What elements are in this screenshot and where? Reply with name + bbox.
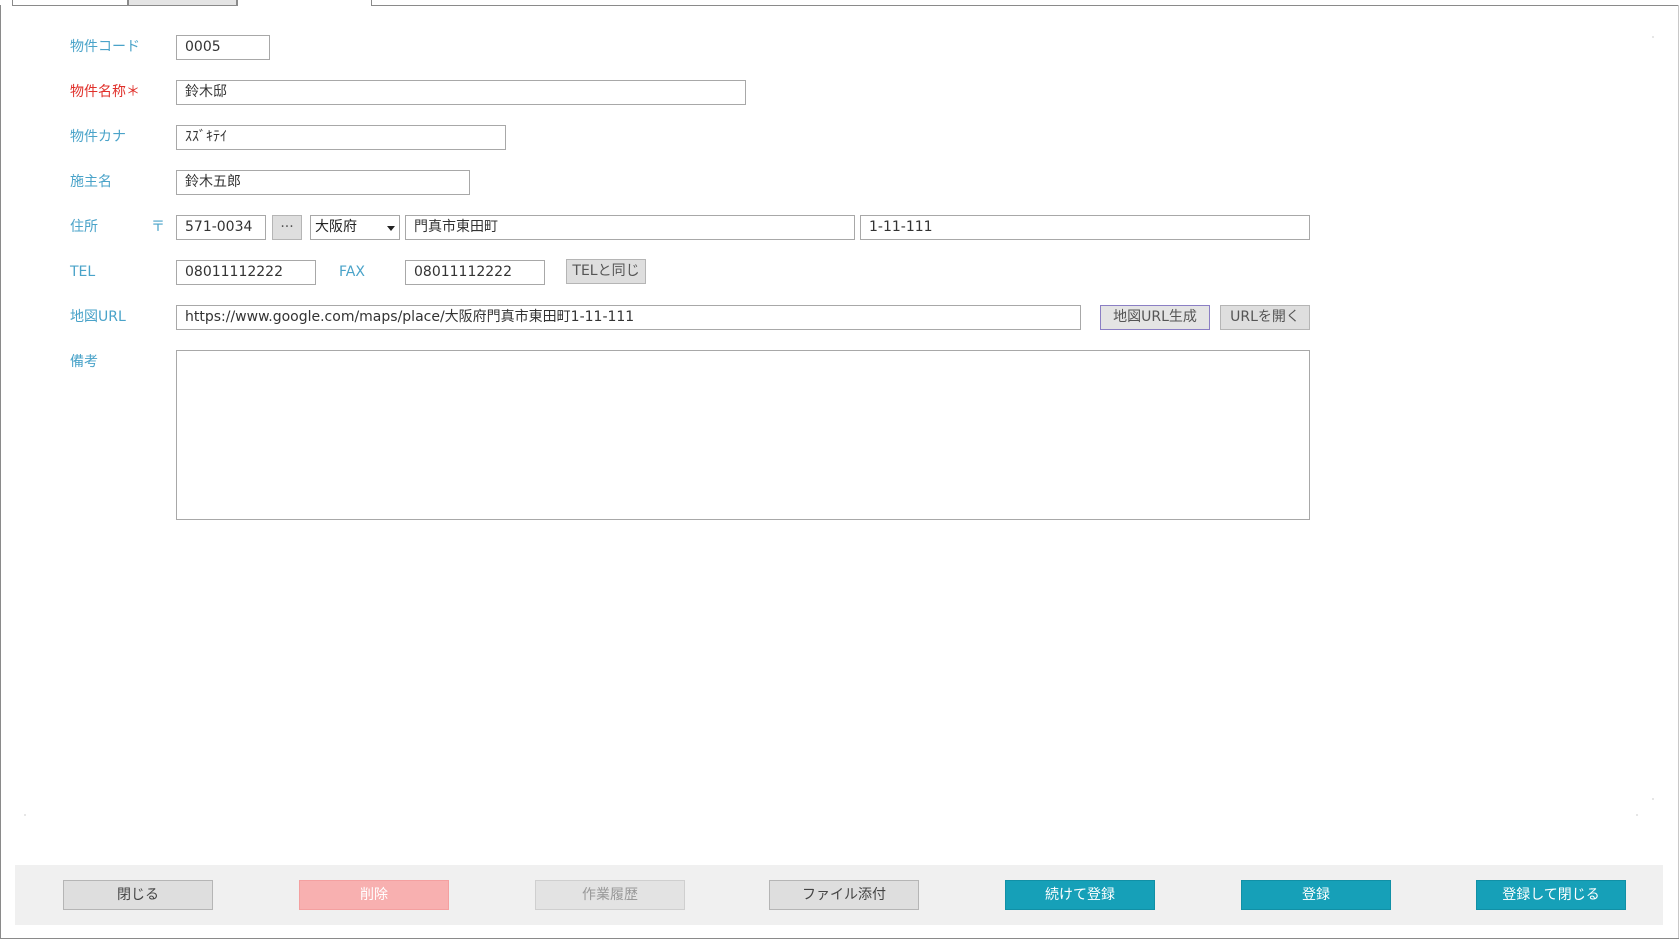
prefecture-value: 大阪府 xyxy=(315,219,357,235)
tab-1[interactable] xyxy=(12,0,128,6)
property-edit-window: 物件コード 0005 物件名称＊ 鈴木邸 物件カナ ｽｽﾞｷﾃｲ 施主名 鈴木五… xyxy=(0,0,1679,939)
prefecture-select[interactable]: 大阪府 xyxy=(310,215,400,240)
generate-map-url-button[interactable]: 地図URL生成 xyxy=(1100,305,1210,330)
panel-border-left xyxy=(0,5,1,939)
resize-dot xyxy=(1652,798,1654,800)
same-as-tel-button[interactable]: TELと同じ xyxy=(566,259,646,284)
address-label: 住所 xyxy=(70,219,98,235)
tel-input[interactable]: 08011112222 xyxy=(176,260,316,285)
tab-3-active[interactable] xyxy=(237,0,372,6)
name-label: 物件名称＊ xyxy=(70,84,140,100)
name-input[interactable]: 鈴木邸 xyxy=(176,80,746,105)
kana-input[interactable]: ｽｽﾞｷﾃｲ xyxy=(176,125,506,150)
fax-input[interactable]: 08011112222 xyxy=(405,260,545,285)
footer-bar: 閉じる 削除 作業履歴 ファイル添付 続けて登録 登録 登録して閉じる xyxy=(15,865,1663,925)
history-button[interactable]: 作業履歴 xyxy=(535,880,685,910)
tel-label: TEL xyxy=(70,264,96,280)
notes-label: 備考 xyxy=(70,354,98,370)
code-label: 物件コード xyxy=(70,39,140,55)
resize-dot xyxy=(1636,814,1638,816)
kana-label: 物件カナ xyxy=(70,129,126,145)
map-url-label: 地図URL xyxy=(70,309,126,325)
resize-dot xyxy=(24,814,26,816)
register-button[interactable]: 登録 xyxy=(1241,880,1391,910)
owner-label: 施主名 xyxy=(70,174,112,190)
postal-mark: 〒 xyxy=(151,219,165,235)
street-input[interactable]: 1-11-111 xyxy=(860,215,1310,240)
chevron-down-icon xyxy=(387,226,395,231)
tab-strip xyxy=(0,0,1679,7)
postal-code-input[interactable]: 571-0034 xyxy=(176,215,266,240)
tab-2[interactable] xyxy=(128,0,237,6)
open-url-button[interactable]: URLを開く xyxy=(1220,305,1310,330)
attach-file-button[interactable]: ファイル添付 xyxy=(769,880,919,910)
resize-dot xyxy=(1652,36,1654,38)
delete-button[interactable]: 削除 xyxy=(299,880,449,910)
fax-label: FAX xyxy=(339,264,365,280)
code-input[interactable]: 0005 xyxy=(176,35,270,60)
notes-textarea[interactable] xyxy=(176,350,1310,520)
register-close-button[interactable]: 登録して閉じる xyxy=(1476,880,1626,910)
city-input[interactable]: 門真市東田町 xyxy=(405,215,855,240)
tab-divider xyxy=(372,5,1679,6)
map-url-input[interactable]: https://www.google.com/maps/place/大阪府門真市… xyxy=(176,305,1081,330)
close-button[interactable]: 閉じる xyxy=(63,880,213,910)
owner-input[interactable]: 鈴木五郎 xyxy=(176,170,470,195)
postal-lookup-button[interactable]: ··· xyxy=(272,215,302,240)
register-continue-button[interactable]: 続けて登録 xyxy=(1005,880,1155,910)
